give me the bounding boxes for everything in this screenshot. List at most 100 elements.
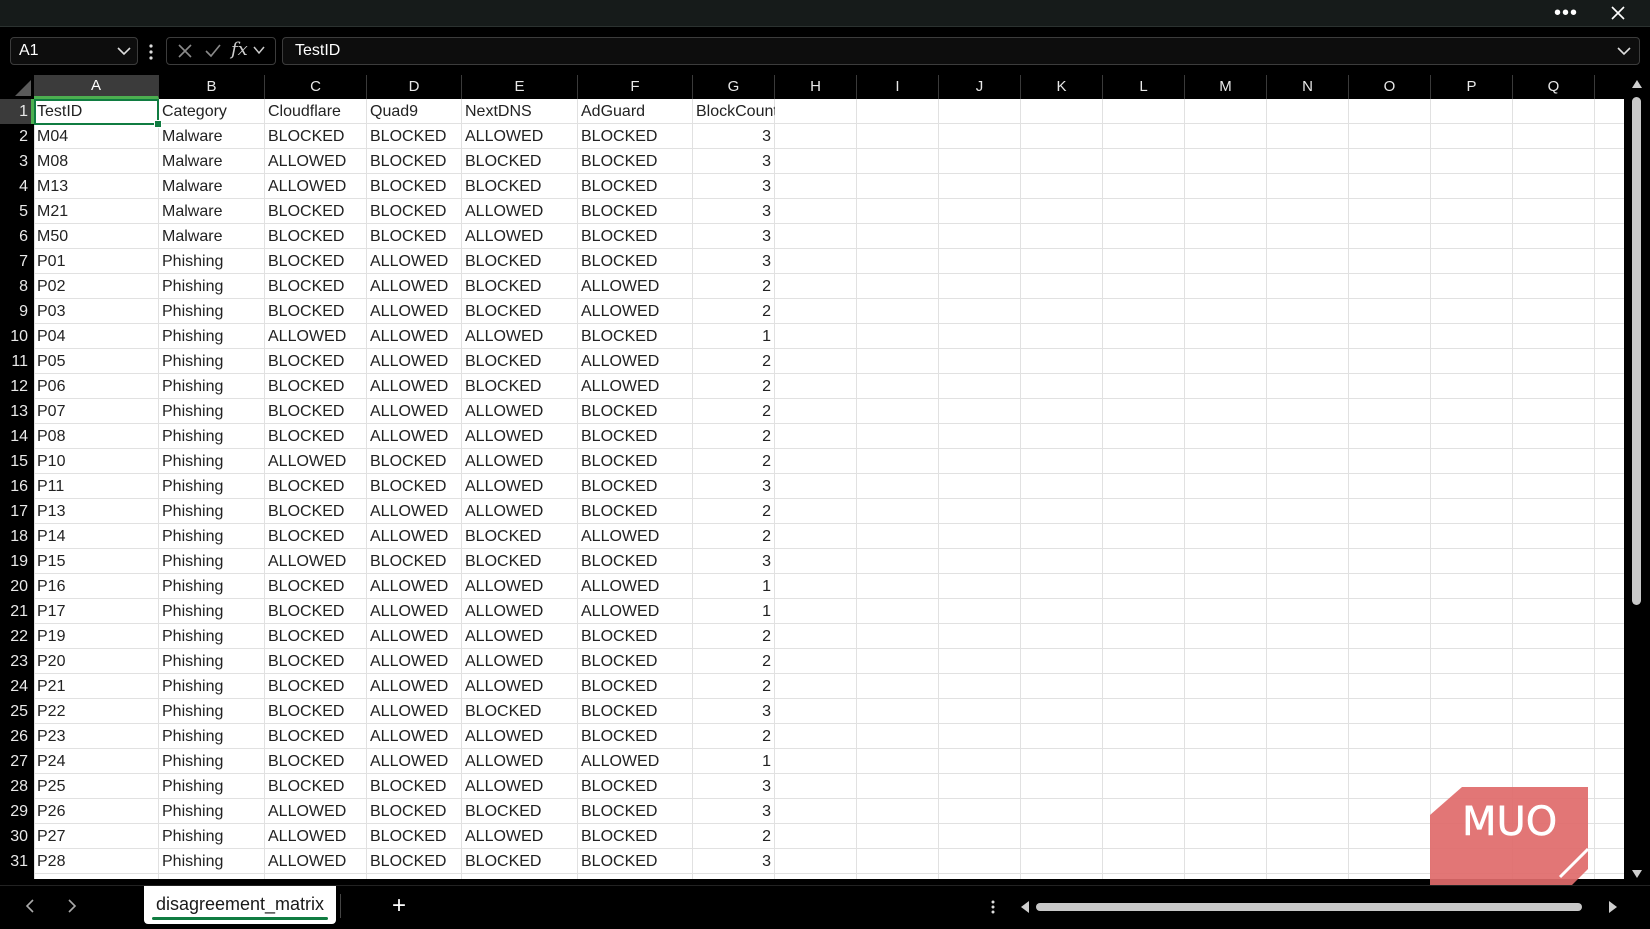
cell-e6[interactable]: ALLOWED (462, 224, 578, 249)
cell-a20[interactable]: P16 (34, 574, 159, 599)
cell-c15[interactable]: ALLOWED (265, 449, 367, 474)
cell-d9[interactable]: ALLOWED (367, 299, 462, 324)
cell-b21[interactable]: Phishing (159, 599, 265, 624)
cell-e2[interactable]: ALLOWED (462, 124, 578, 149)
cell-b12[interactable]: Phishing (159, 374, 265, 399)
cell-b27[interactable]: Phishing (159, 749, 265, 774)
cell-c31[interactable]: ALLOWED (265, 849, 367, 874)
cell-d5[interactable]: BLOCKED (367, 199, 462, 224)
cell-e16[interactable]: ALLOWED (462, 474, 578, 499)
cell-e9[interactable]: BLOCKED (462, 299, 578, 324)
cell-d8[interactable]: ALLOWED (367, 274, 462, 299)
cell-a5[interactable]: M21 (34, 199, 159, 224)
cell-g12[interactable]: 2 (693, 374, 775, 399)
cell-a14[interactable]: P08 (34, 424, 159, 449)
row-header-28[interactable]: 28 (0, 774, 34, 799)
row-header-11[interactable]: 11 (0, 349, 34, 374)
row-header-8[interactable]: 8 (0, 274, 34, 299)
scroll-right-icon[interactable] (1608, 900, 1618, 914)
add-sheet-button[interactable]: + (392, 894, 406, 918)
column-header-n[interactable]: N (1267, 75, 1349, 99)
cell-c16[interactable]: BLOCKED (265, 474, 367, 499)
cell-e5[interactable]: ALLOWED (462, 199, 578, 224)
cell-g21[interactable]: 1 (693, 599, 775, 624)
cell-a23[interactable]: P20 (34, 649, 159, 674)
cell-c20[interactable]: BLOCKED (265, 574, 367, 599)
cell-d17[interactable]: ALLOWED (367, 499, 462, 524)
cell-g15[interactable]: 2 (693, 449, 775, 474)
cell-d3[interactable]: BLOCKED (367, 149, 462, 174)
cell-a2[interactable]: M04 (34, 124, 159, 149)
cell-b26[interactable]: Phishing (159, 724, 265, 749)
cell-e11[interactable]: BLOCKED (462, 349, 578, 374)
cell-b30[interactable]: Phishing (159, 824, 265, 849)
cell-d29[interactable]: BLOCKED (367, 799, 462, 824)
cell-b18[interactable]: Phishing (159, 524, 265, 549)
cell-f4[interactable]: BLOCKED (578, 174, 693, 199)
row-header-9[interactable]: 9 (0, 299, 34, 324)
cell-c24[interactable]: BLOCKED (265, 674, 367, 699)
cell-a10[interactable]: P04 (34, 324, 159, 349)
cell-f23[interactable]: BLOCKED (578, 649, 693, 674)
cell-c27[interactable]: BLOCKED (265, 749, 367, 774)
cell-e18[interactable]: BLOCKED (462, 524, 578, 549)
cell-c6[interactable]: BLOCKED (265, 224, 367, 249)
cell-a31[interactable]: P28 (34, 849, 159, 874)
cell-e28[interactable]: ALLOWED (462, 774, 578, 799)
cell-b4[interactable]: Malware (159, 174, 265, 199)
cell-g31[interactable]: 3 (693, 849, 775, 874)
cell-c14[interactable]: BLOCKED (265, 424, 367, 449)
column-header-b[interactable]: B (159, 75, 265, 99)
cell-f24[interactable]: BLOCKED (578, 674, 693, 699)
cell-d20[interactable]: ALLOWED (367, 574, 462, 599)
row-header-26[interactable]: 26 (0, 724, 34, 749)
cell-a6[interactable]: M50 (34, 224, 159, 249)
row-header-21[interactable]: 21 (0, 599, 34, 624)
cell-c5[interactable]: BLOCKED (265, 199, 367, 224)
cell-d30[interactable]: BLOCKED (367, 824, 462, 849)
cell-d1[interactable]: Quad9 (367, 99, 462, 124)
cell-b8[interactable]: Phishing (159, 274, 265, 299)
cell-e30[interactable]: ALLOWED (462, 824, 578, 849)
cell-e29[interactable]: BLOCKED (462, 799, 578, 824)
cell-f16[interactable]: BLOCKED (578, 474, 693, 499)
column-header-h[interactable]: H (775, 75, 857, 99)
column-header-d[interactable]: D (367, 75, 462, 99)
cell-d22[interactable]: ALLOWED (367, 624, 462, 649)
cell-f31[interactable]: BLOCKED (578, 849, 693, 874)
cell-c4[interactable]: ALLOWED (265, 174, 367, 199)
cell-d10[interactable]: ALLOWED (367, 324, 462, 349)
cell-f6[interactable]: BLOCKED (578, 224, 693, 249)
cell-c18[interactable]: BLOCKED (265, 524, 367, 549)
check-icon[interactable] (203, 41, 223, 61)
cell-e3[interactable]: BLOCKED (462, 149, 578, 174)
row-header-17[interactable]: 17 (0, 499, 34, 524)
cell-e4[interactable]: BLOCKED (462, 174, 578, 199)
cell-e21[interactable]: ALLOWED (462, 599, 578, 624)
cell-e8[interactable]: BLOCKED (462, 274, 578, 299)
row-header-16[interactable]: 16 (0, 474, 34, 499)
cell-f2[interactable]: BLOCKED (578, 124, 693, 149)
cell-a3[interactable]: M08 (34, 149, 159, 174)
row-header-1[interactable]: 1 (0, 99, 34, 124)
cell-c1[interactable]: Cloudflare (265, 99, 367, 124)
cell-f19[interactable]: BLOCKED (578, 549, 693, 574)
cell-b5[interactable]: Malware (159, 199, 265, 224)
cell-f10[interactable]: BLOCKED (578, 324, 693, 349)
cell-d18[interactable]: ALLOWED (367, 524, 462, 549)
more-vertical-icon[interactable] (990, 899, 996, 915)
cell-e23[interactable]: ALLOWED (462, 649, 578, 674)
row-header-13[interactable]: 13 (0, 399, 34, 424)
row-header-10[interactable]: 10 (0, 324, 34, 349)
vertical-scroll-thumb[interactable] (1632, 97, 1641, 605)
cell-b1[interactable]: Category (159, 99, 265, 124)
cell-e13[interactable]: ALLOWED (462, 399, 578, 424)
cell-f25[interactable]: BLOCKED (578, 699, 693, 724)
cell-b11[interactable]: Phishing (159, 349, 265, 374)
cell-e15[interactable]: ALLOWED (462, 449, 578, 474)
cell-c22[interactable]: BLOCKED (265, 624, 367, 649)
cell-c21[interactable]: BLOCKED (265, 599, 367, 624)
cell-f11[interactable]: ALLOWED (578, 349, 693, 374)
cell-c28[interactable]: BLOCKED (265, 774, 367, 799)
cell-e27[interactable]: ALLOWED (462, 749, 578, 774)
